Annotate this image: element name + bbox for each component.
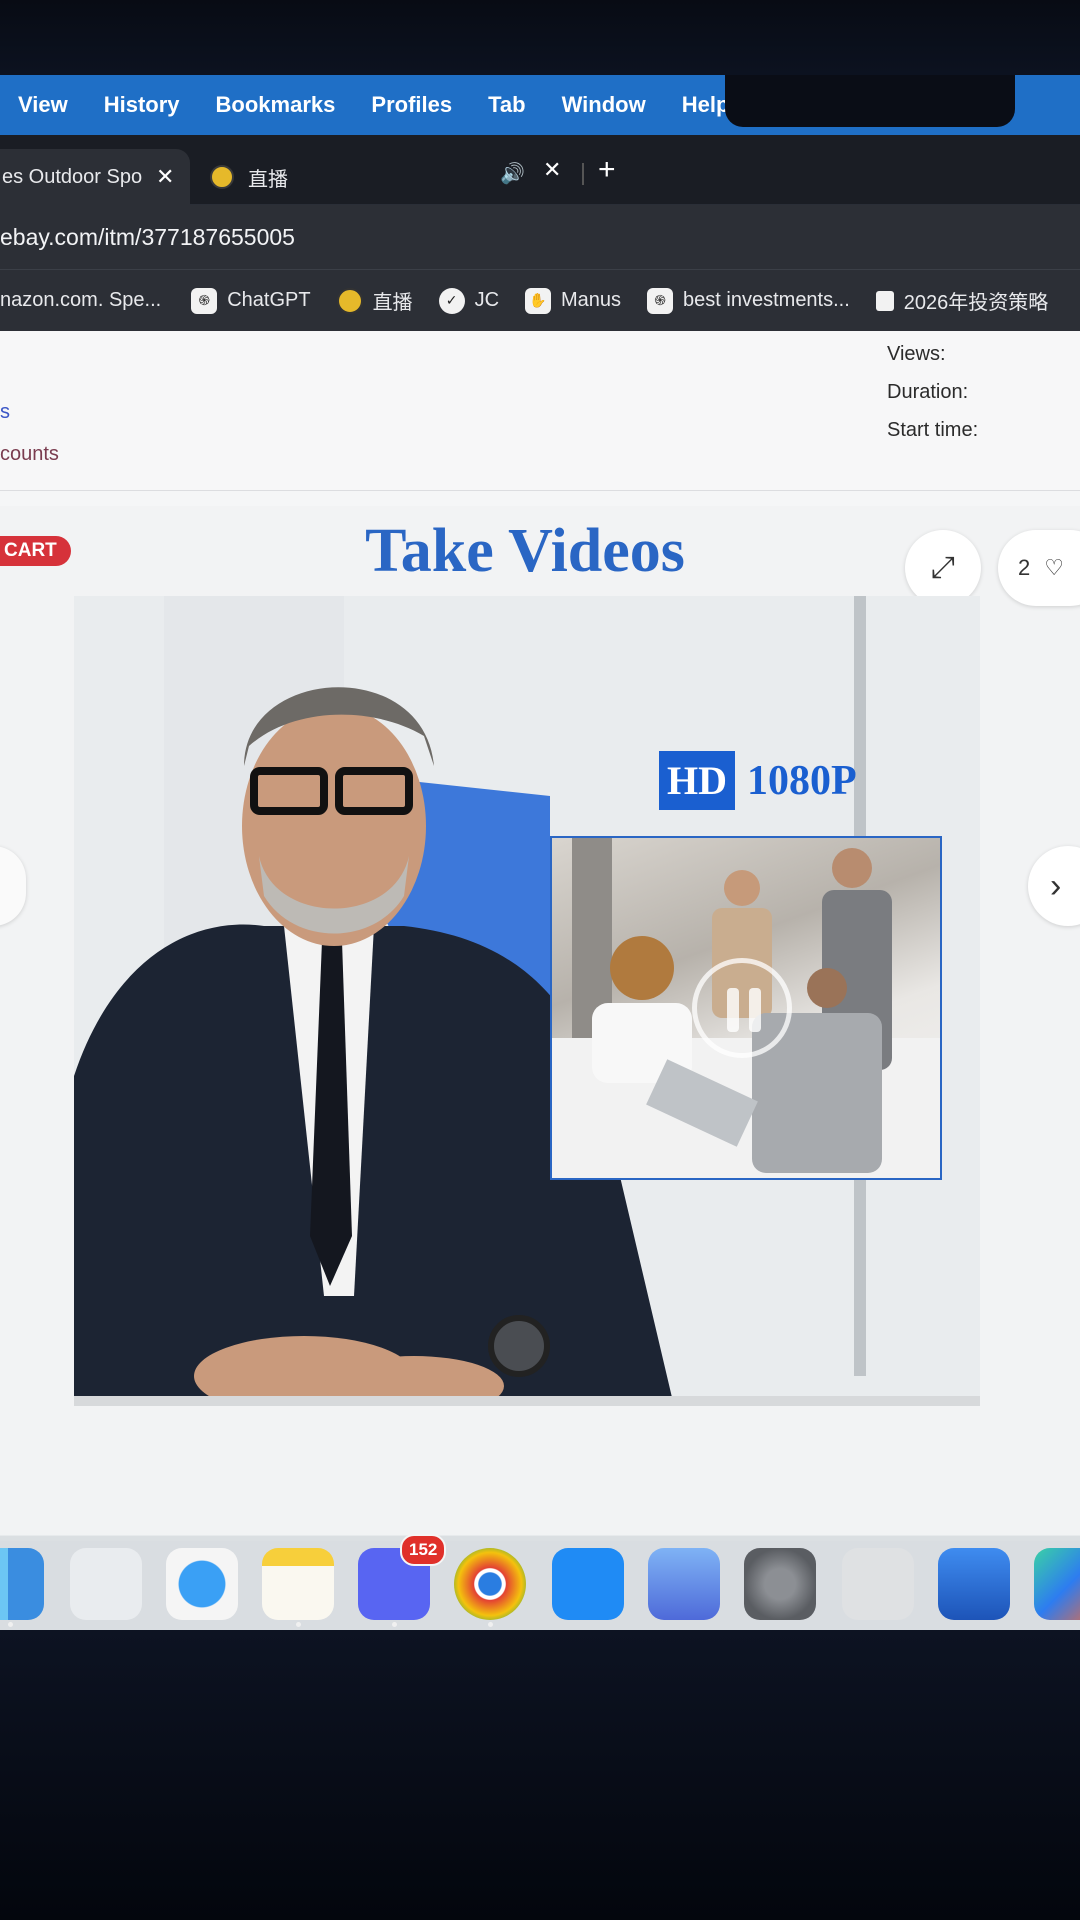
link-partial[interactable]: s [0,401,10,424]
tab-title: 直播 [248,168,288,191]
expand-button[interactable]: ⤢ [905,530,981,606]
calculator-icon[interactable] [842,1548,914,1620]
copilot-icon[interactable] [1034,1548,1080,1620]
bookmark-label: nazon.com. Spe... [0,289,162,311]
monitor-bezel-bottom [0,1630,1080,1920]
bookmark-chatgpt[interactable]: ֍ ChatGPT [191,287,311,314]
views-label: Views: [887,343,946,365]
openai-icon: ֍ [647,287,674,314]
safari-icon[interactable] [166,1548,238,1620]
hd-label: HD [659,751,735,810]
menu-window[interactable]: Window [544,92,664,118]
tab-strip: es Outdoor Spo ✕ 直播 🔊 ✕ + [0,135,1080,205]
bookmark-label: ChatGPT [227,289,311,311]
tab-title: es Outdoor Spo [2,165,142,188]
running-indicator [8,1622,13,1627]
tab-live[interactable]: 直播 [210,159,288,195]
product-gallery: CART Take Videos ⤢ 2 ♡ HD 1080P › [0,506,1080,1541]
swoosh-icon: ✓ [438,287,465,314]
bookmark-jc[interactable]: ✓ JC [438,287,500,314]
duration-label: Duration: [887,381,969,403]
image-headline: Take Videos [365,517,685,585]
speaker-icon[interactable]: 🔊 [500,161,525,186]
inset-video-frame [550,836,942,1180]
address-bar[interactable]: ebay.com/itm/377187655005 [0,205,1080,269]
bookmark-best-investments[interactable]: ֍ best investments... [647,287,850,314]
bee-icon [210,165,234,189]
bookmark-label: 直播 [372,292,413,314]
expand-icon: ⤢ [931,551,955,584]
start-time-label: Start time: [887,419,979,441]
running-indicator [488,1622,493,1627]
bookmark-manus[interactable]: ✋ Manus [525,287,622,314]
chrome-icon[interactable] [454,1548,526,1620]
pause-icon[interactable] [692,958,792,1058]
close-tab-icon[interactable]: ✕ [543,157,561,183]
dock: 152 [0,1534,1080,1630]
watch-button[interactable]: 2 ♡ [998,530,1080,606]
openai-icon: ֍ [191,287,218,314]
product-image[interactable]: HD 1080P [74,596,980,1406]
menu-view[interactable]: View [0,92,86,118]
url-text[interactable]: ebay.com/itm/377187655005 [0,224,295,251]
bookmark-2026[interactable]: 2026年投资策略 [875,286,1049,315]
menu-tab[interactable]: Tab [470,92,543,118]
next-image-button[interactable]: › [1028,846,1080,926]
tab-separator [582,163,584,185]
watch-count: 2 [1018,555,1031,580]
notes-icon[interactable] [262,1548,334,1620]
menu-history[interactable]: History [86,92,198,118]
bee-icon [336,287,363,314]
bookmark-label: 2026年投资策略 [903,292,1049,314]
bookmarks-bar: nazon.com. Spe... ֍ ChatGPT 直播 ✓ JC ✋ Ma… [0,269,1080,331]
bookmark-label: best investments... [683,289,850,311]
running-indicator [296,1622,301,1627]
running-indicator [392,1622,397,1627]
link-discounts[interactable]: counts [0,443,59,466]
listing-info: s counts Views: Duration: Start time: [0,331,1080,491]
bookmark-label: JC [474,289,500,311]
menu-bookmarks[interactable]: Bookmarks [198,92,354,118]
new-tab-icon[interactable]: + [598,153,616,187]
camera-notch [725,75,1015,127]
gear-icon[interactable] [744,1548,816,1620]
monitor-bezel-top [0,0,1080,75]
notification-badge: 152 [400,1534,447,1566]
chevron-right-icon: › [1050,866,1062,905]
menu-bar: View History Bookmarks Profiles Tab Wind… [0,75,1080,135]
bookmark-live[interactable]: 直播 [336,286,413,315]
page-content: s counts Views: Duration: Start time: CA… [0,331,1080,1541]
bookmark-amazon[interactable]: nazon.com. Spe... [0,289,161,312]
doc-icon [875,290,894,311]
previous-image-button[interactable] [0,846,26,926]
heart-icon: ♡ [1044,555,1064,580]
menu-profiles[interactable]: Profiles [353,92,470,118]
manus-icon: ✋ [525,287,552,314]
app-store-icon[interactable] [552,1548,624,1620]
hd-resolution-badge: HD 1080P [659,751,857,810]
word-icon[interactable] [938,1548,1010,1620]
close-tab-icon[interactable]: ✕ [156,164,174,190]
tab-ebay[interactable]: es Outdoor Spo ✕ [0,149,190,205]
bookmark-label: Manus [561,289,622,311]
resolution-label: 1080P [747,757,857,804]
iphone-mirroring-icon[interactable] [648,1548,720,1620]
finder-icon[interactable] [0,1548,44,1620]
screen: View History Bookmarks Profiles Tab Wind… [0,75,1080,1630]
launchpad-icon[interactable] [70,1548,142,1620]
